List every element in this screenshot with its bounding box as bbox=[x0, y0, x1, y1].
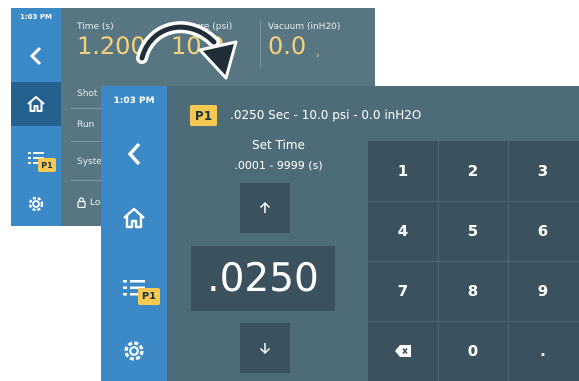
back-clock: 1:03 PM bbox=[20, 13, 52, 21]
key-decimal[interactable]: . bbox=[508, 321, 578, 381]
sidebar: 1:03 PM P1 bbox=[101, 86, 167, 381]
param-value: 0.0 bbox=[268, 32, 307, 60]
back-menu-item[interactable]: Run bbox=[77, 120, 94, 130]
chevron-right-icon: › bbox=[316, 51, 320, 61]
sidebar-p1-badge: P1 bbox=[138, 288, 160, 305]
key-3[interactable]: 3 bbox=[508, 141, 578, 201]
set-time-screen: 1:03 PM P1 P1 .0250 Sec - 10.0 psi - 0.0… bbox=[101, 86, 579, 381]
program-badge: P1 bbox=[190, 105, 217, 126]
key-8[interactable]: 8 bbox=[438, 261, 508, 321]
decrement-button[interactable] bbox=[240, 323, 290, 373]
back-menu-item[interactable]: Shot bbox=[77, 89, 97, 99]
home-icon bbox=[123, 207, 145, 229]
value-range: .0001 - 9999 (s) bbox=[234, 159, 323, 172]
back-p1-badge: P1 bbox=[38, 158, 56, 172]
chevron-left-icon bbox=[127, 142, 141, 166]
key-1[interactable]: 1 bbox=[368, 141, 438, 201]
back-sidebar: 1:03 PM P1 bbox=[11, 8, 61, 226]
back-program-list-icon[interactable]: P1 bbox=[11, 136, 61, 180]
lock-row[interactable]: Lo bbox=[77, 197, 100, 208]
arrow-up-icon bbox=[259, 201, 271, 213]
key-4[interactable]: 4 bbox=[368, 201, 438, 261]
key-7[interactable]: 7 bbox=[368, 261, 438, 321]
back-param-vacuum[interactable]: Vacuum (inH20) 0.0 bbox=[268, 22, 340, 60]
key-6[interactable]: 6 bbox=[508, 201, 578, 261]
set-title: Set Time bbox=[252, 138, 305, 152]
backspace-icon bbox=[395, 345, 411, 357]
back-button[interactable] bbox=[101, 124, 167, 184]
arrow-down-icon bbox=[259, 343, 271, 355]
back-chevron-icon[interactable] bbox=[11, 34, 61, 78]
divider bbox=[260, 20, 261, 68]
back-home-icon[interactable] bbox=[11, 82, 61, 126]
param-label: Vacuum (inH20) bbox=[268, 22, 341, 32]
program-summary: .0250 Sec - 10.0 psi - 0.0 inH2O bbox=[230, 108, 422, 122]
key-2[interactable]: 2 bbox=[438, 141, 508, 201]
key-5[interactable]: 5 bbox=[438, 201, 508, 261]
lock-label: Lo bbox=[90, 197, 101, 208]
program-list-button[interactable]: P1 bbox=[101, 258, 167, 318]
gear-icon bbox=[124, 341, 144, 361]
settings-button[interactable] bbox=[101, 321, 167, 381]
increment-button[interactable] bbox=[240, 183, 290, 233]
key-0[interactable]: 0 bbox=[438, 321, 508, 381]
lock-icon bbox=[77, 197, 86, 208]
key-9[interactable]: 9 bbox=[508, 261, 578, 321]
numeric-keypad: 1 2 3 4 5 6 7 8 9 0 . bbox=[368, 141, 579, 381]
home-button[interactable] bbox=[101, 188, 167, 248]
backspace-key[interactable] bbox=[368, 321, 438, 381]
value-display[interactable]: .0250 bbox=[191, 246, 335, 311]
back-menu-item[interactable]: Syste bbox=[77, 157, 102, 167]
back-gear-icon[interactable] bbox=[11, 182, 61, 226]
clock: 1:03 PM bbox=[113, 96, 155, 106]
